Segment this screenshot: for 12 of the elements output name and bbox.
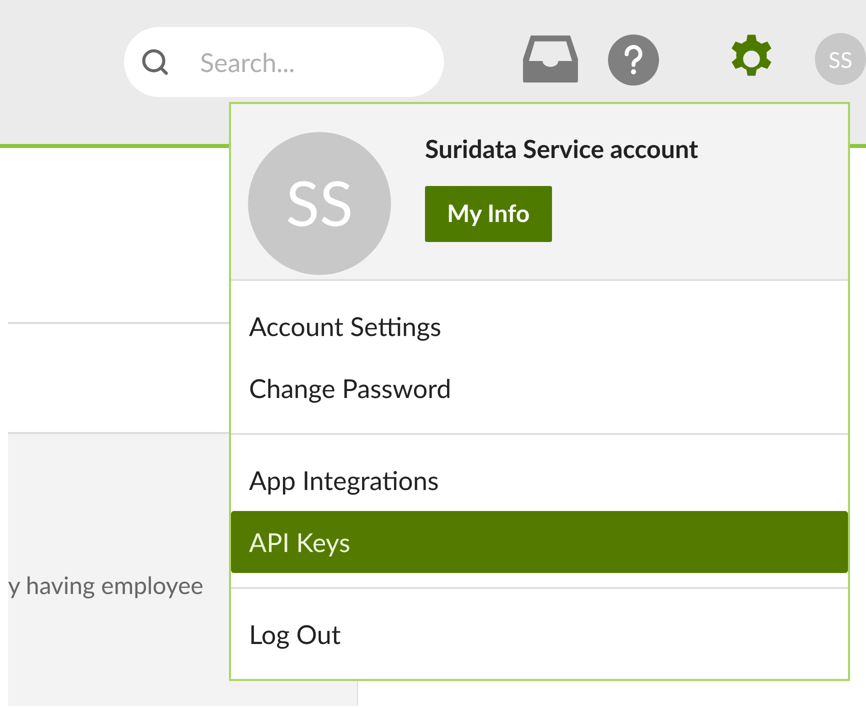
- body-text: y having employee: [8, 571, 204, 600]
- my-info-button[interactable]: My Info: [425, 186, 552, 242]
- menu-item[interactable]: App Integrations: [231, 449, 848, 511]
- account-name: Suridata Service account: [425, 134, 698, 164]
- menu-item[interactable]: Account Settings: [231, 295, 848, 357]
- menu-item[interactable]: API Keys: [231, 511, 848, 573]
- search-icon: [140, 47, 170, 77]
- menu-item[interactable]: Log Out: [231, 603, 848, 665]
- help-icon[interactable]: [608, 34, 659, 86]
- search-field[interactable]: Search...: [124, 27, 444, 97]
- inbox-icon[interactable]: [523, 35, 578, 83]
- menu-item[interactable]: Change Password: [231, 357, 848, 419]
